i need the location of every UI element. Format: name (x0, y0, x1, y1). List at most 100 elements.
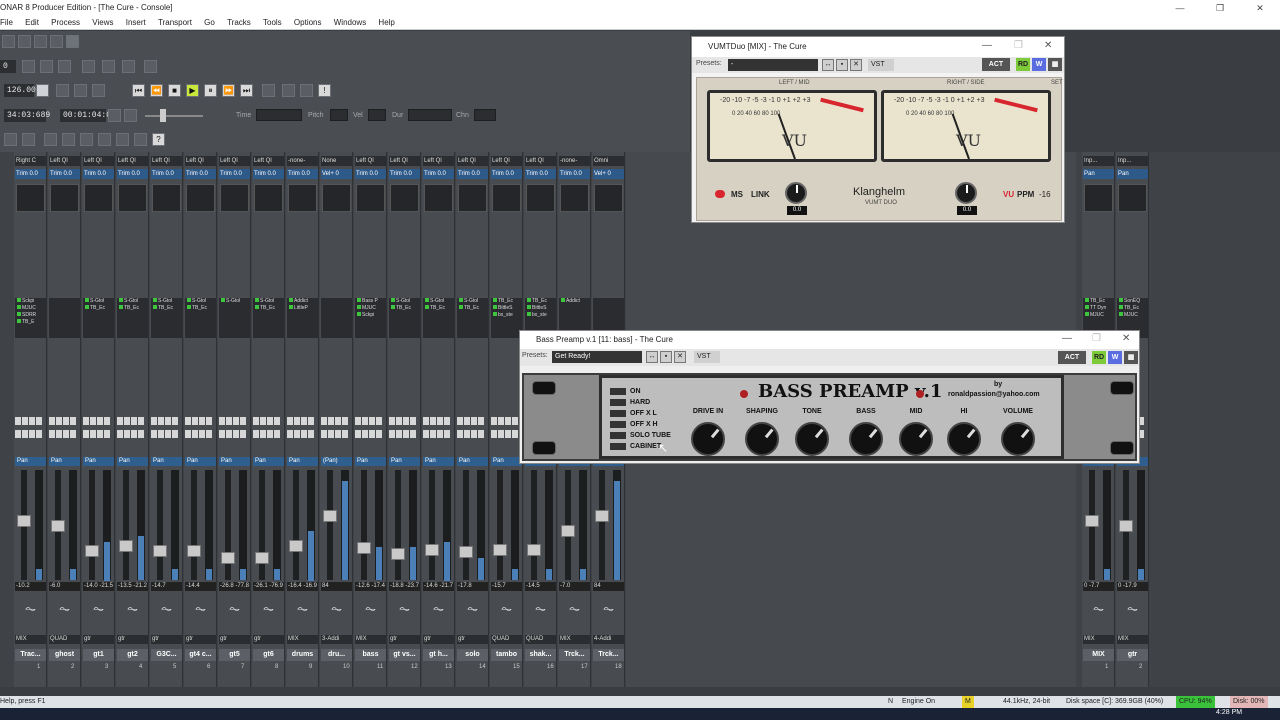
eq-buttons[interactable] (83, 222, 114, 230)
input-select[interactable]: Left Ql (117, 156, 148, 166)
output-select[interactable]: gtr (219, 635, 250, 644)
eq-buttons[interactable] (559, 222, 590, 230)
input-select[interactable]: -none- (287, 156, 318, 166)
eq-graph[interactable] (492, 184, 521, 212)
input-select[interactable]: Left Ql (83, 156, 114, 166)
preset-save-icon[interactable]: ▪ (836, 59, 848, 71)
toolbar-button[interactable] (22, 60, 35, 73)
eq-knob-row[interactable] (1083, 278, 1114, 286)
eq-buttons[interactable] (525, 222, 556, 230)
position-slider-handle[interactable] (160, 109, 166, 122)
eq-knob-row[interactable] (491, 252, 522, 260)
fx-item[interactable]: S-Gtol (117, 298, 148, 305)
mute-solo-arm-buttons[interactable] (321, 417, 352, 425)
switch-cabinet[interactable]: CABINET (610, 441, 661, 452)
vst-select[interactable]: VST (868, 59, 894, 71)
volume-fader-handle[interactable] (391, 548, 405, 560)
trim-control[interactable]: Trim 0.0 (559, 169, 590, 179)
track-name[interactable]: gt1 (83, 649, 114, 661)
fx-bin[interactable]: Addict LittleP (287, 298, 318, 338)
mute-solo-arm-buttons[interactable] (83, 417, 114, 425)
volume-fader-handle[interactable] (289, 540, 303, 552)
eq-knob-row[interactable] (253, 252, 284, 260)
input-echo-buttons[interactable] (457, 430, 488, 438)
fx-bin[interactable]: TB_Ec BittleS bx_ste (491, 298, 522, 338)
pan-control[interactable]: Pan (423, 457, 454, 466)
chn-field[interactable] (474, 109, 496, 121)
eq-buttons[interactable] (1083, 222, 1114, 230)
fx-item[interactable]: Addict (287, 298, 318, 305)
metronome-icon[interactable] (36, 84, 49, 97)
eq-buttons[interactable] (491, 222, 522, 230)
track-name[interactable]: shak... (525, 649, 556, 661)
eq-buttons[interactable] (593, 222, 624, 230)
eq-buttons[interactable] (423, 222, 454, 230)
fx-bin[interactable]: S-Gtol TB_Ec (457, 298, 488, 338)
pan-control[interactable]: Pan (219, 457, 250, 466)
toolbar-button[interactable] (124, 109, 137, 122)
menu-insert[interactable]: Insert (126, 16, 146, 30)
volume-fader-handle[interactable] (561, 525, 575, 537)
stop-button[interactable]: ■ (168, 84, 181, 97)
fx-item[interactable]: TB_Ec (423, 305, 454, 312)
eq-graph[interactable] (1118, 184, 1147, 212)
fx-bin[interactable]: S-Gtol TB_Ec (423, 298, 454, 338)
fx-item[interactable]: S-Gtol (83, 298, 114, 305)
bass-close-button[interactable]: ✕ (1122, 333, 1130, 344)
help-icon[interactable]: ? (152, 133, 165, 146)
eq-graph[interactable] (220, 184, 249, 212)
eq-graph[interactable] (560, 184, 589, 212)
volume-fader-handle[interactable] (255, 552, 269, 564)
menu-options[interactable]: Options (294, 16, 322, 30)
eq-knob-row[interactable] (389, 278, 420, 286)
vumt-maximize-button[interactable]: ❐ (1014, 40, 1023, 51)
record-button[interactable] (262, 84, 275, 97)
play-button[interactable]: ▶ (186, 84, 199, 97)
input-select[interactable]: Inp... (1117, 156, 1148, 166)
fx-bin[interactable]: Sckpi MJUC SDRR TB_E (15, 298, 46, 338)
ppm-mode-label[interactable]: PPM (1017, 190, 1034, 199)
track-name[interactable]: dru... (321, 649, 352, 661)
eq-knob-row[interactable] (525, 252, 556, 260)
fx-item[interactable]: TB_E (15, 319, 46, 326)
trim-control[interactable]: Trim 0.0 (83, 169, 114, 179)
mute-solo-arm-buttons[interactable] (253, 417, 284, 425)
track-name[interactable]: gt5 (219, 649, 250, 661)
eq-buttons[interactable] (219, 234, 250, 242)
left-calibration-knob[interactable] (785, 182, 807, 204)
volume-fader-handle[interactable] (17, 515, 31, 527)
toolbar-button[interactable] (102, 60, 115, 73)
volume-fader-handle[interactable] (357, 542, 371, 554)
output-select[interactable]: 4-Addi (593, 635, 624, 644)
eq-knob-row[interactable] (525, 278, 556, 286)
track-name[interactable]: gt vs... (389, 649, 420, 661)
fx-item[interactable]: Sckpi (355, 312, 386, 319)
eq-knob-row[interactable] (83, 278, 114, 286)
volume-fader-handle[interactable] (153, 545, 167, 557)
track-name[interactable]: ghost (49, 649, 80, 661)
menu-go[interactable]: Go (204, 16, 215, 30)
track-name[interactable]: gt6 (253, 649, 284, 661)
mid-knob[interactable] (899, 422, 933, 456)
input-select[interactable]: Inp... (1083, 156, 1114, 166)
volume-fader-track[interactable] (395, 470, 401, 580)
track-name[interactable]: Trac... (15, 649, 46, 661)
switch-off-x-h[interactable]: OFF X H (610, 419, 658, 430)
volume-fader-track[interactable] (157, 470, 163, 580)
toolbar-button[interactable] (58, 60, 71, 73)
pan-control[interactable]: Pan (117, 457, 148, 466)
toolbar-button[interactable] (34, 35, 47, 48)
trim-control[interactable]: Trim 0.0 (49, 169, 80, 179)
trim-control[interactable]: Pan (1117, 169, 1148, 179)
eq-knob-row[interactable] (321, 278, 352, 286)
ms-toggle-icon[interactable] (715, 190, 725, 198)
eq-buttons[interactable] (457, 222, 488, 230)
fx-bin[interactable]: S-Gtol (219, 298, 250, 338)
act-button[interactable]: ACT (982, 58, 1010, 71)
eq-graph[interactable] (50, 184, 79, 212)
toolbar-button[interactable] (134, 133, 147, 146)
close-button[interactable]: ✕ (1240, 0, 1280, 16)
fx-item[interactable]: TB_Ec (185, 305, 216, 312)
input-select[interactable]: Right C (15, 156, 46, 166)
eq-buttons[interactable] (321, 222, 352, 230)
